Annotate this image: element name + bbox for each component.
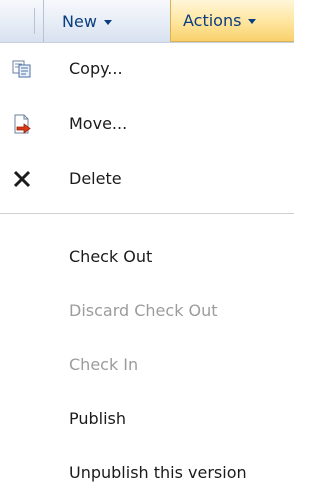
menu-item-label: Move...	[69, 113, 128, 133]
toolbar-divider	[34, 8, 35, 34]
menu-item-check-in: Check In	[0, 338, 294, 390]
menu-item-label: Check Out	[69, 246, 153, 266]
toolbar: New Actions	[0, 0, 294, 43]
actions-menu-label: Actions	[183, 11, 242, 30]
menu-item-check-out[interactable]: Check Out	[0, 230, 294, 282]
menu-item-move[interactable]: Move...	[0, 97, 294, 149]
move-icon	[11, 113, 33, 135]
menu-item-label: Unpublish this version	[69, 462, 247, 482]
menu-item-publish[interactable]: Publish	[0, 392, 294, 444]
menu-item-label: Copy...	[69, 58, 123, 78]
actions-dropdown-menu: Copy... Move... Delete Check Out Discard…	[0, 42, 294, 504]
chevron-down-icon	[103, 19, 112, 25]
menu-item-discard-check-out: Discard Check Out	[0, 284, 294, 336]
new-menu-button[interactable]: New	[43, 0, 161, 42]
menu-item-label: Check In	[69, 354, 139, 374]
copy-icon	[11, 58, 33, 80]
menu-item-label: Delete	[69, 168, 122, 188]
actions-menu-button[interactable]: Actions	[170, 0, 294, 42]
menu-item-delete[interactable]: Delete	[0, 152, 294, 204]
menu-item-label: Discard Check Out	[69, 300, 218, 320]
chevron-down-icon	[248, 19, 257, 24]
menu-divider	[0, 213, 294, 214]
menu-item-unpublish[interactable]: Unpublish this version	[0, 446, 294, 498]
menu-item-copy[interactable]: Copy...	[0, 42, 294, 94]
menu-item-label: Publish	[69, 408, 127, 428]
delete-icon	[11, 168, 33, 190]
new-menu-label: New	[62, 11, 97, 31]
